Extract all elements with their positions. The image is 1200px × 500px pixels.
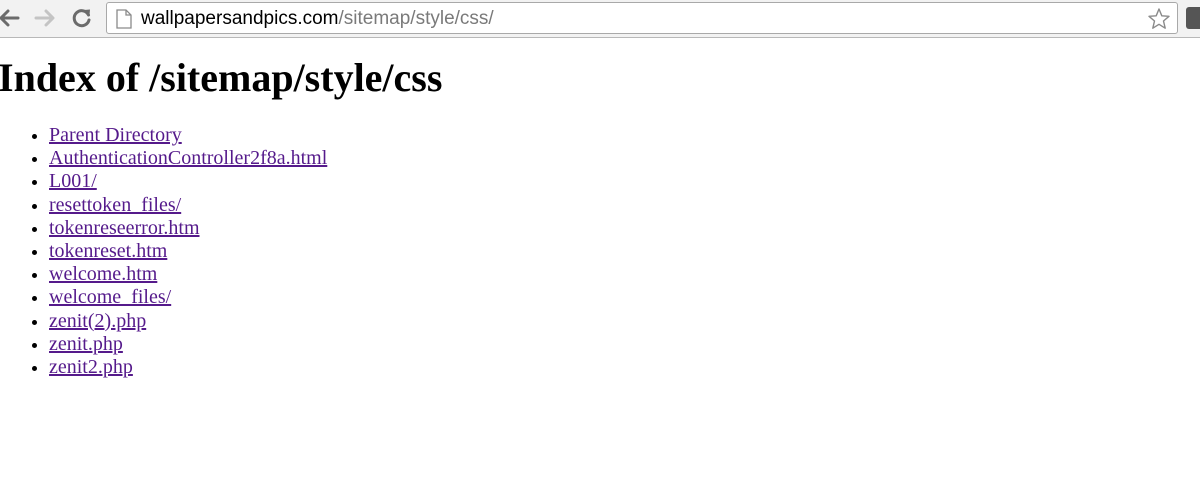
- list-item: L001/: [49, 170, 327, 193]
- page-title: Index of /sitemap/style/css: [0, 55, 443, 100]
- link-file[interactable]: zenit2.php: [49, 356, 133, 378]
- page-icon: [116, 9, 132, 29]
- list-item: resettoken_files/: [49, 194, 327, 217]
- link-folder[interactable]: resettoken_files/: [49, 194, 181, 216]
- browser-toolbar: wallpapersandpics.com/sitemap/style/css/: [0, 0, 1200, 38]
- link-file[interactable]: zenit(2).php: [49, 310, 146, 332]
- star-icon[interactable]: [1147, 7, 1171, 31]
- list-item: tokenreset.htm: [49, 240, 327, 263]
- list-item: tokenreseerror.htm: [49, 217, 327, 240]
- link-file[interactable]: zenit.php: [49, 333, 123, 355]
- link-folder[interactable]: L001/: [49, 170, 97, 192]
- list-item: welcome.htm: [49, 263, 327, 286]
- list-item: zenit.php: [49, 333, 327, 356]
- url-path: /sitemap/style/css/: [338, 8, 494, 29]
- link-parent-directory[interactable]: Parent Directory: [49, 124, 182, 146]
- extension-icon[interactable]: [1186, 7, 1200, 29]
- list-item: zenit2.php: [49, 356, 327, 379]
- reload-icon: [72, 9, 91, 28]
- link-folder[interactable]: welcome_files/: [49, 286, 171, 308]
- link-file[interactable]: welcome.htm: [49, 263, 157, 285]
- link-file[interactable]: tokenreseerror.htm: [49, 217, 200, 239]
- list-item: Parent Directory: [49, 124, 327, 147]
- back-button[interactable]: [0, 5, 22, 31]
- forward-button[interactable]: [32, 5, 58, 31]
- list-item: AuthenticationController2f8a.html: [49, 147, 327, 170]
- list-item: zenit(2).php: [49, 310, 327, 333]
- url-host: wallpapersandpics.com: [141, 8, 339, 29]
- address-bar[interactable]: wallpapersandpics.com/sitemap/style/css/: [106, 2, 1178, 34]
- forward-arrow-icon: [34, 9, 55, 27]
- list-item: welcome_files/: [49, 286, 327, 309]
- url-text[interactable]: wallpapersandpics.com/sitemap/style/css/: [141, 8, 494, 30]
- link-file[interactable]: AuthenticationController2f8a.html: [49, 147, 327, 169]
- file-list: Parent Directory AuthenticationControlle…: [0, 124, 327, 379]
- back-arrow-icon: [0, 9, 20, 27]
- link-file[interactable]: tokenreset.htm: [49, 240, 167, 262]
- reload-button[interactable]: [69, 5, 95, 31]
